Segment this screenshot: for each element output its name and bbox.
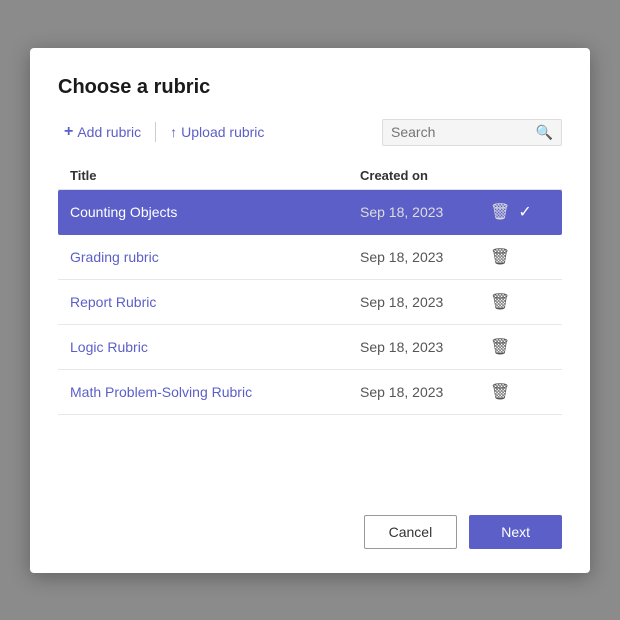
search-box: 🔍 [382, 119, 562, 146]
toolbar-divider [155, 122, 156, 142]
upload-arrow-icon: ↑ [170, 124, 177, 140]
cancel-button[interactable]: Cancel [364, 515, 458, 549]
trash-icon[interactable]: 🗑 [490, 337, 510, 357]
row-actions: 🗑 [490, 247, 550, 267]
row-date: Sep 18, 2023 [360, 204, 490, 220]
table-row[interactable]: Logic RubricSep 18, 2023🗑 [58, 325, 562, 370]
table-row[interactable]: Grading rubricSep 18, 2023🗑 [58, 235, 562, 280]
row-title: Counting Objects [70, 204, 360, 220]
search-icon: 🔍 [536, 124, 553, 141]
row-actions: 🗑 [490, 292, 550, 312]
plus-icon: + [64, 123, 73, 141]
row-title: Logic Rubric [70, 339, 360, 355]
add-rubric-label: Add rubric [77, 124, 141, 140]
toolbar-left: + Add rubric ↑ Upload rubric [58, 119, 382, 145]
trash-icon[interactable]: 🗑 [490, 292, 510, 312]
row-title: Math Problem-Solving Rubric [70, 384, 360, 400]
rubric-table: Counting ObjectsSep 18, 2023🗑✓Grading ru… [58, 190, 562, 415]
modal-footer: Cancel Next [58, 515, 562, 549]
row-date: Sep 18, 2023 [360, 294, 490, 310]
modal-title: Choose a rubric [58, 76, 562, 99]
row-date: Sep 18, 2023 [360, 249, 490, 265]
row-title: Grading rubric [70, 249, 360, 265]
table-header: Title Created on [58, 162, 562, 190]
check-icon: ✓ [518, 202, 531, 222]
row-title: Report Rubric [70, 294, 360, 310]
row-actions: 🗑✓ [490, 202, 550, 222]
empty-area [58, 415, 562, 495]
row-date: Sep 18, 2023 [360, 339, 490, 355]
trash-icon[interactable]: 🗑 [490, 247, 510, 267]
row-actions: 🗑 [490, 382, 550, 402]
row-actions: 🗑 [490, 337, 550, 357]
trash-icon[interactable]: 🗑 [490, 202, 510, 222]
modal-overlay: Choose a rubric + Add rubric ↑ Upload ru… [0, 0, 620, 620]
upload-rubric-button[interactable]: ↑ Upload rubric [164, 120, 270, 144]
upload-rubric-label: Upload rubric [181, 124, 264, 140]
table-row[interactable]: Counting ObjectsSep 18, 2023🗑✓ [58, 190, 562, 235]
col-title-header: Title [70, 168, 360, 183]
search-input[interactable] [391, 124, 530, 140]
table-row[interactable]: Math Problem-Solving RubricSep 18, 2023🗑 [58, 370, 562, 415]
next-button[interactable]: Next [469, 515, 562, 549]
table-row[interactable]: Report RubricSep 18, 2023🗑 [58, 280, 562, 325]
choose-rubric-modal: Choose a rubric + Add rubric ↑ Upload ru… [30, 48, 590, 573]
col-created-header: Created on [360, 168, 490, 183]
toolbar: + Add rubric ↑ Upload rubric 🔍 [58, 119, 562, 146]
trash-icon[interactable]: 🗑 [490, 382, 510, 402]
add-rubric-button[interactable]: + Add rubric [58, 119, 147, 145]
row-date: Sep 18, 2023 [360, 384, 490, 400]
